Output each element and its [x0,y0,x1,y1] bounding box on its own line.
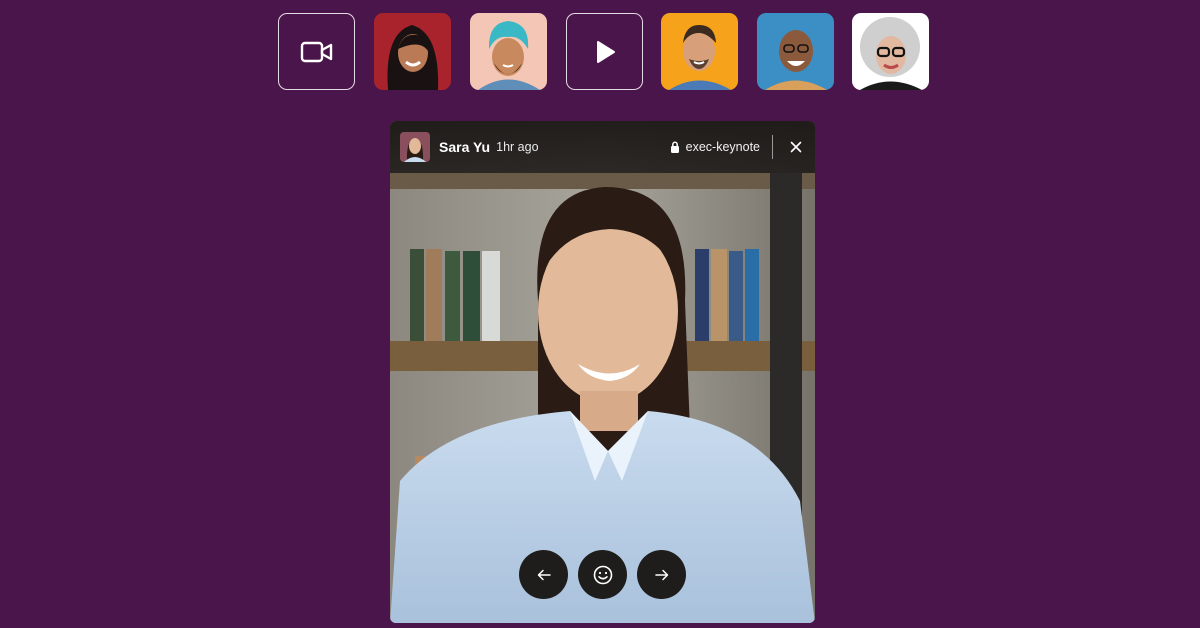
avatar-man-blue[interactable] [757,13,834,90]
close-icon [790,141,802,153]
avatar-woman-red[interactable] [374,13,451,90]
close-button[interactable] [785,136,807,158]
react-button[interactable] [578,550,627,599]
video-frame [390,121,815,623]
play-icon [596,40,615,63]
video-clip-button[interactable] [278,13,355,90]
previous-button[interactable] [519,550,568,599]
video-camera-icon [300,41,332,62]
video-clip-card: Sara Yu 1hr ago exec-keynote [390,121,815,623]
smiley-icon [593,565,612,584]
author-name[interactable]: Sara Yu [439,139,490,155]
next-button[interactable] [637,550,686,599]
lock-icon [670,141,679,153]
arrow-left-icon [537,569,551,580]
arrow-right-icon [654,569,668,580]
clip-header: Sara Yu 1hr ago exec-keynote [390,121,815,173]
avatar-man-turban[interactable] [470,13,547,90]
channel-name: exec-keynote [685,140,760,154]
play-button[interactable] [566,13,643,90]
avatar[interactable] [400,132,430,162]
channel-label[interactable]: exec-keynote [670,140,760,154]
header-divider [772,135,773,159]
avatar-man-orange[interactable] [661,13,738,90]
avatar-woman-grey-hair[interactable] [852,13,929,90]
timestamp: 1hr ago [496,140,539,154]
